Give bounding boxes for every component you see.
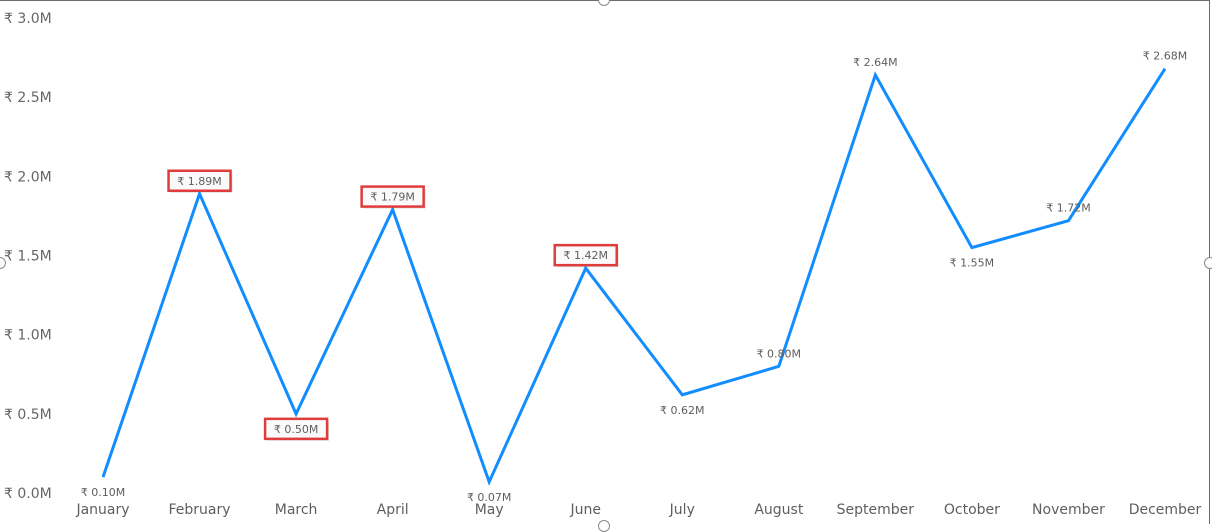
y-tick-label: ₹ 3.0M: [4, 11, 52, 27]
x-tick-label: November: [1032, 502, 1105, 518]
data-label: ₹ 2.64M: [853, 56, 897, 69]
x-tick-label: June: [569, 502, 601, 518]
x-axis: January February March April May June July Augu…: [75, 502, 1201, 518]
data-label: ₹ 0.07M: [467, 491, 511, 504]
data-label: ₹ 1.72M: [1046, 202, 1090, 215]
data-label: ₹ 1.42M: [563, 249, 607, 262]
x-tick-label: May: [475, 502, 504, 518]
data-label: ₹ 0.62M: [660, 404, 704, 417]
data-label: ₹ 0.50M: [274, 423, 318, 436]
x-tick-label: September: [837, 502, 915, 518]
data-labels: ₹ 0.10M ₹ 1.89M ₹ 0.50M ₹ 1.79M ₹ 0.07M ₹ 1.4…: [81, 50, 1187, 504]
y-tick-label: ₹ 1.5M: [4, 249, 52, 265]
x-tick-label: December: [1129, 502, 1202, 518]
x-tick-label: April: [377, 502, 409, 518]
y-tick-label: ₹ 2.5M: [4, 90, 52, 106]
data-label: ₹ 1.55M: [950, 257, 994, 270]
series-line-path: [101, 67, 1167, 486]
x-tick-label: February: [169, 502, 231, 518]
x-tick-label: August: [754, 502, 804, 518]
x-tick-label: October: [944, 502, 1000, 518]
series-line: [101, 67, 1167, 486]
y-axis: ₹ 0.0M ₹ 0.5M ₹ 1.0M ₹ 1.5M ₹ 2.0M ₹ 2.5M ₹ 3.…: [4, 11, 52, 502]
y-tick-label: ₹ 0.5M: [4, 407, 52, 423]
data-label: ₹ 0.80M: [757, 347, 801, 360]
line-chart: ₹ 0.0M ₹ 0.5M ₹ 1.0M ₹ 1.5M ₹ 2.0M ₹ 2.5M ₹ 3.…: [4, 11, 1202, 518]
x-tick-label: March: [275, 502, 318, 518]
y-tick-label: ₹ 0.0M: [4, 486, 52, 502]
data-label: ₹ 2.68M: [1143, 50, 1187, 63]
x-tick-label: July: [669, 502, 695, 518]
x-tick-label: January: [75, 502, 129, 518]
y-tick-label: ₹ 1.0M: [4, 328, 52, 344]
data-label: ₹ 0.10M: [81, 486, 125, 499]
data-label: ₹ 1.89M: [177, 175, 221, 188]
data-label: ₹ 1.79M: [370, 191, 414, 204]
y-tick-label: ₹ 2.0M: [4, 169, 52, 185]
